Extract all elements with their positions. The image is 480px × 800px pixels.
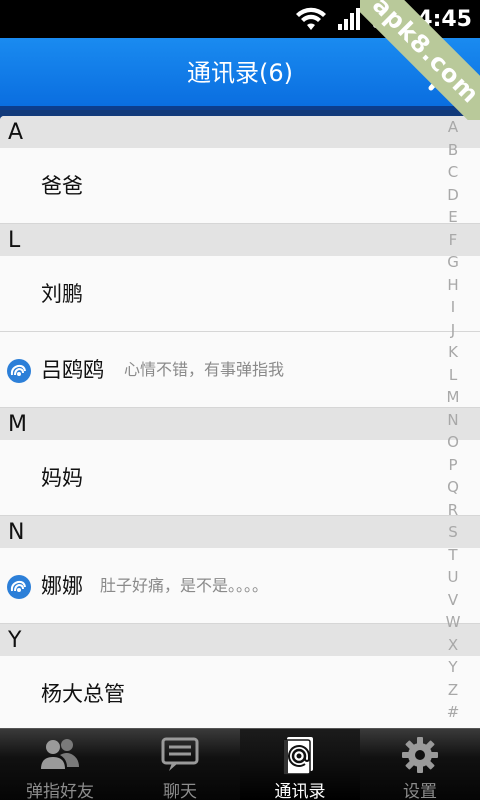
page-title: 通讯录(6) — [187, 59, 293, 87]
tab-label: 聊天 — [163, 782, 197, 800]
section-header-a: A — [0, 116, 480, 148]
search-icon — [428, 57, 461, 91]
chat-icon — [161, 737, 199, 771]
status-time: 4:45 — [417, 6, 472, 32]
settings-gear-icon — [402, 737, 438, 773]
contact-row-yangdazongguan[interactable]: 杨大总管 — [0, 656, 480, 728]
index-letter[interactable]: E — [440, 206, 466, 229]
section-header-m: M — [0, 408, 480, 440]
contact-row-lvouou[interactable]: 吕鸥鸥 心情不错，有事弹指我 — [0, 332, 480, 408]
index-letter[interactable]: J — [440, 319, 466, 342]
contact-list[interactable]: A 爸爸 L 刘鹏 吕鸥鸥 心情不错，有事弹指我 M 妈妈 N 娜娜 肚子好痛，… — [0, 116, 480, 728]
contact-status: 肚子好痛，是不是。。。。 — [100, 576, 269, 595]
index-letter[interactable]: A — [440, 116, 466, 139]
signal-icon — [338, 8, 361, 30]
wifi-icon — [296, 7, 327, 30]
contact-row-baba[interactable]: 爸爸 — [0, 148, 480, 224]
index-letter[interactable]: V — [440, 589, 466, 612]
battery-icon — [373, 10, 406, 28]
title-bar: 通讯录(6) — [0, 38, 480, 110]
index-letter[interactable]: L — [440, 364, 466, 387]
status-bar: 4:45 — [0, 0, 480, 38]
contact-name: 妈妈 — [41, 466, 83, 490]
friends-icon — [41, 739, 79, 769]
index-letter[interactable]: C — [440, 161, 466, 184]
contact-name: 娜娜 — [41, 574, 83, 598]
index-letter[interactable]: P — [440, 454, 466, 477]
index-letter[interactable]: M — [440, 386, 466, 409]
contact-row-liupeng[interactable]: 刘鹏 — [0, 256, 480, 332]
section-header-l: L — [0, 224, 480, 256]
index-letter[interactable]: Q — [440, 476, 466, 499]
index-letter[interactable]: # — [440, 701, 466, 724]
tab-settings[interactable]: 设置 — [360, 729, 480, 800]
contact-row-nana[interactable]: 娜娜 肚子好痛，是不是。。。。 — [0, 548, 480, 624]
index-letter[interactable]: Y — [440, 656, 466, 679]
tanzhi-user-badge-icon — [7, 575, 31, 599]
contact-status: 心情不错，有事弹指我 — [124, 360, 285, 379]
tab-friends[interactable]: 弹指好友 — [0, 729, 120, 800]
contacts-icon — [283, 737, 313, 775]
index-letter[interactable]: O — [440, 431, 466, 454]
index-letter[interactable]: G — [440, 251, 466, 274]
tanzhi-user-badge-icon — [7, 359, 31, 383]
index-letter[interactable]: I — [440, 296, 466, 319]
tab-label: 弹指好友 — [26, 782, 94, 800]
contact-name: 吕鸥鸥 — [41, 358, 104, 382]
index-letter[interactable]: R — [440, 499, 466, 522]
index-letter[interactable]: F — [440, 229, 466, 252]
contact-row-mama[interactable]: 妈妈 — [0, 440, 480, 516]
tab-label: 设置 — [403, 782, 437, 800]
tab-contacts[interactable]: 通讯录 — [240, 729, 360, 800]
index-letter[interactable]: X — [440, 634, 466, 657]
index-letter[interactable]: N — [440, 409, 466, 432]
index-letter[interactable]: Z — [440, 679, 466, 702]
contact-name: 刘鹏 — [41, 282, 83, 306]
section-header-y: Y — [0, 624, 480, 656]
search-button[interactable] — [422, 48, 470, 96]
index-letter[interactable]: D — [440, 184, 466, 207]
alphabet-index-bar[interactable]: A B C D E F G H I J K L M N O P Q R S T … — [440, 116, 466, 728]
index-letter[interactable]: H — [440, 274, 466, 297]
index-letter[interactable]: B — [440, 139, 466, 162]
index-letter[interactable]: K — [440, 341, 466, 364]
contact-name: 杨大总管 — [41, 682, 125, 706]
section-header-n: N — [0, 516, 480, 548]
index-letter[interactable]: S — [440, 521, 466, 544]
contact-name: 爸爸 — [41, 174, 83, 198]
index-letter[interactable]: U — [440, 566, 466, 589]
tab-label: 通讯录 — [274, 782, 326, 800]
index-letter[interactable]: T — [440, 544, 466, 567]
tab-chat[interactable]: 聊天 — [120, 729, 240, 800]
bottom-tab-bar: 弹指好友 聊天 通讯录 设置 — [0, 728, 480, 800]
index-letter[interactable]: W — [440, 611, 466, 634]
